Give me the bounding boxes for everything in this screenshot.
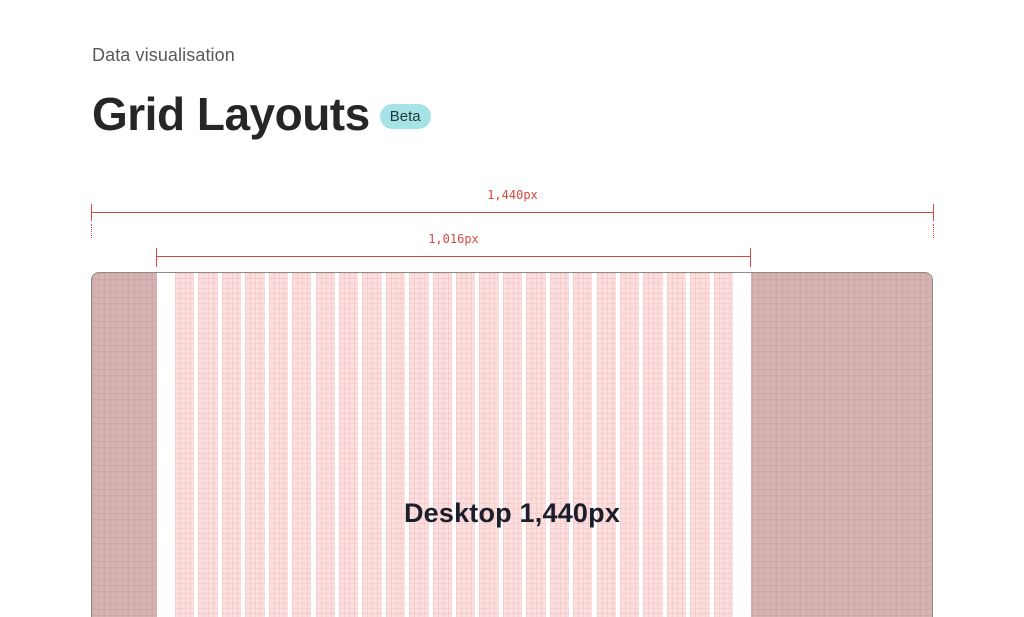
outer-left-tick [91, 204, 92, 221]
grid-column [690, 273, 710, 617]
grid-column [385, 273, 406, 617]
inner-right-tick [750, 248, 751, 267]
grid-column [432, 273, 452, 617]
title-row: Grid Layouts Beta [92, 86, 431, 142]
breadcrumb[interactable]: Data visualisation [92, 45, 235, 66]
inner-width-label: 1,016px [428, 232, 479, 246]
grid-column [666, 273, 687, 617]
grid-column [268, 273, 289, 617]
frame-caption: Desktop 1,440px [403, 498, 621, 528]
outer-dimension-line [91, 212, 934, 213]
grid-column [292, 273, 312, 617]
desktop-frame: Desktop 1,440px [91, 272, 933, 617]
grid-columns [157, 273, 751, 617]
grid-column [479, 273, 499, 617]
grid-column [175, 273, 195, 617]
content-area [157, 273, 751, 617]
grid-column [362, 273, 382, 617]
status-badge: Beta [379, 103, 431, 129]
grid-column [502, 273, 523, 617]
outer-left-guide [91, 224, 92, 238]
grid-column [549, 273, 570, 617]
outer-right-guide [933, 224, 934, 238]
grid-column [573, 273, 593, 617]
grid-column [315, 273, 335, 617]
grid-column [643, 273, 663, 617]
grid-column [596, 273, 616, 617]
grid-column [338, 273, 359, 617]
inner-dimension-line [156, 256, 751, 257]
grid-column [221, 273, 242, 617]
grid-column [409, 273, 429, 617]
grid-column [456, 273, 476, 617]
inner-left-tick [156, 248, 157, 267]
grid-column [245, 273, 265, 617]
grid-column [619, 273, 640, 617]
inner-width-dimension: 1,016px [156, 230, 751, 270]
outer-right-tick [933, 204, 934, 221]
grid-column [198, 273, 218, 617]
outer-width-label: 1,440px [487, 188, 538, 202]
grid-column [526, 273, 546, 617]
page-title: Grid Layouts [92, 88, 370, 140]
grid-column [713, 273, 733, 617]
